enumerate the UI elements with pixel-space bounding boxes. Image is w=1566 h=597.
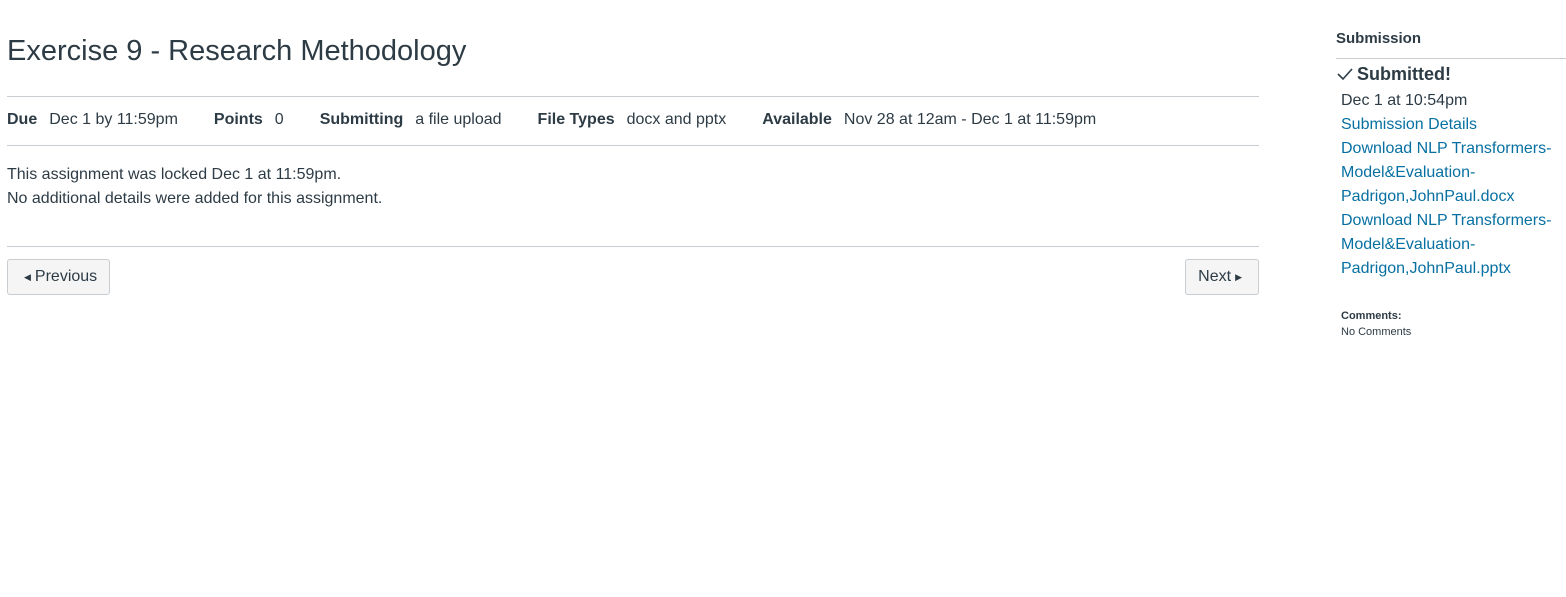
- submission-details-link[interactable]: Submission Details: [1341, 113, 1561, 137]
- comments-section: Comments: No Comments: [1341, 308, 1411, 340]
- no-details-message: No additional details were added for thi…: [7, 190, 383, 207]
- sidebar-heading: Submission: [1336, 30, 1422, 47]
- submission-info: Dec 1 at 10:54pm Submission Details Down…: [1341, 89, 1561, 281]
- available-value: Nov 28 at 12am - Dec 1 at 11:59pm: [843, 111, 1097, 128]
- divider: [7, 145, 1259, 146]
- previous-label: Previous: [34, 268, 98, 285]
- points-label: Points: [213, 111, 263, 128]
- submission-status: Submitted!: [1336, 62, 1451, 86]
- submitted-timestamp: Dec 1 at 10:54pm: [1341, 92, 1468, 109]
- points-value: 0: [274, 111, 284, 128]
- file-types-label: File Types: [537, 111, 615, 128]
- check-icon: [1337, 68, 1353, 81]
- comments-value: No Comments: [1341, 326, 1412, 338]
- assignment-details: Due Dec 1 by 11:59pm Points 0 Submitting…: [7, 108, 1132, 132]
- comments-label: Comments:: [1341, 310, 1402, 322]
- next-button[interactable]: Next ▶: [1185, 259, 1259, 295]
- divider: [1336, 58, 1566, 59]
- previous-button[interactable]: ◀ Previous: [7, 259, 111, 295]
- due-label: Due: [7, 111, 38, 128]
- divider: [7, 96, 1259, 97]
- divider: [7, 246, 1259, 247]
- submitting-value: a file upload: [415, 111, 502, 128]
- due-value: Dec 1 by 11:59pm: [49, 111, 178, 128]
- download-docx-link[interactable]: Download NLP Transformers-Model&Evaluati…: [1341, 137, 1561, 209]
- caret-right-icon: ▶: [1235, 271, 1242, 282]
- available-label: Available: [762, 111, 832, 128]
- caret-left-icon: ◀: [24, 271, 31, 282]
- locked-message: This assignment was locked Dec 1 at 11:5…: [7, 166, 342, 183]
- status-text: Submitted!: [1357, 64, 1451, 84]
- download-pptx-link[interactable]: Download NLP Transformers-Model&Evaluati…: [1341, 209, 1561, 281]
- next-label: Next: [1198, 268, 1232, 285]
- submitting-label: Submitting: [319, 111, 404, 128]
- assignment-page: Exercise 9 - Research Methodology Due De…: [0, 0, 1566, 597]
- file-types-value: docx and pptx: [626, 111, 727, 128]
- page-title: Exercise 9 - Research Methodology: [7, 35, 467, 67]
- assignment-description: This assignment was locked Dec 1 at 11:5…: [7, 163, 382, 211]
